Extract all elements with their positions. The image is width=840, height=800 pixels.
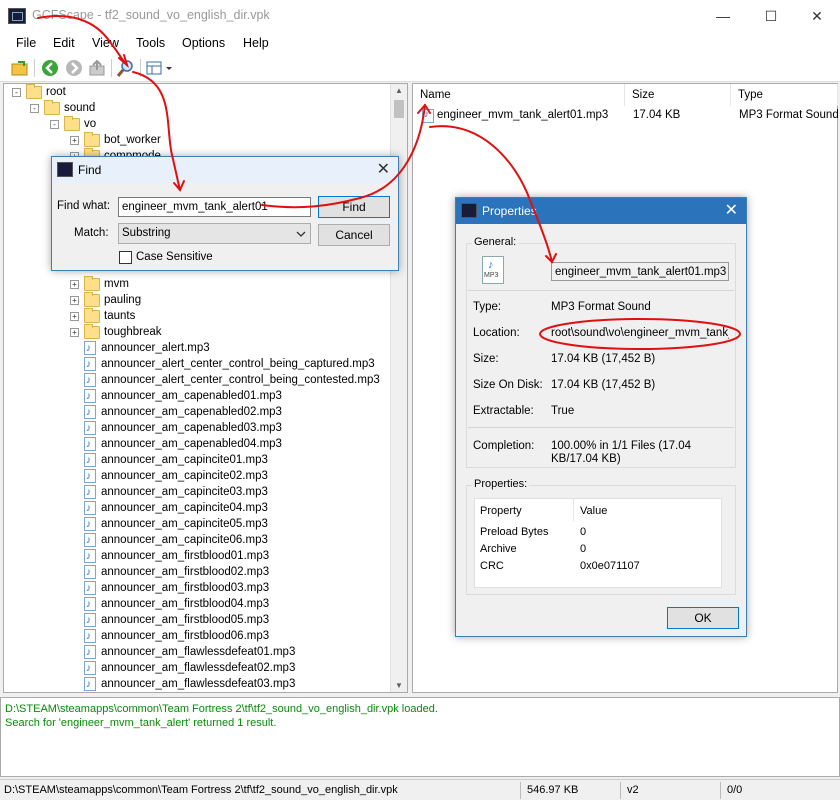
annotation-overlay (37, 15, 741, 350)
annotation-underline (261, 104, 426, 209)
annotation-arrow (132, 71, 181, 191)
annotation-arrow (429, 125, 553, 263)
annotation-circle (539, 318, 741, 350)
annotation-arrow (37, 15, 128, 66)
